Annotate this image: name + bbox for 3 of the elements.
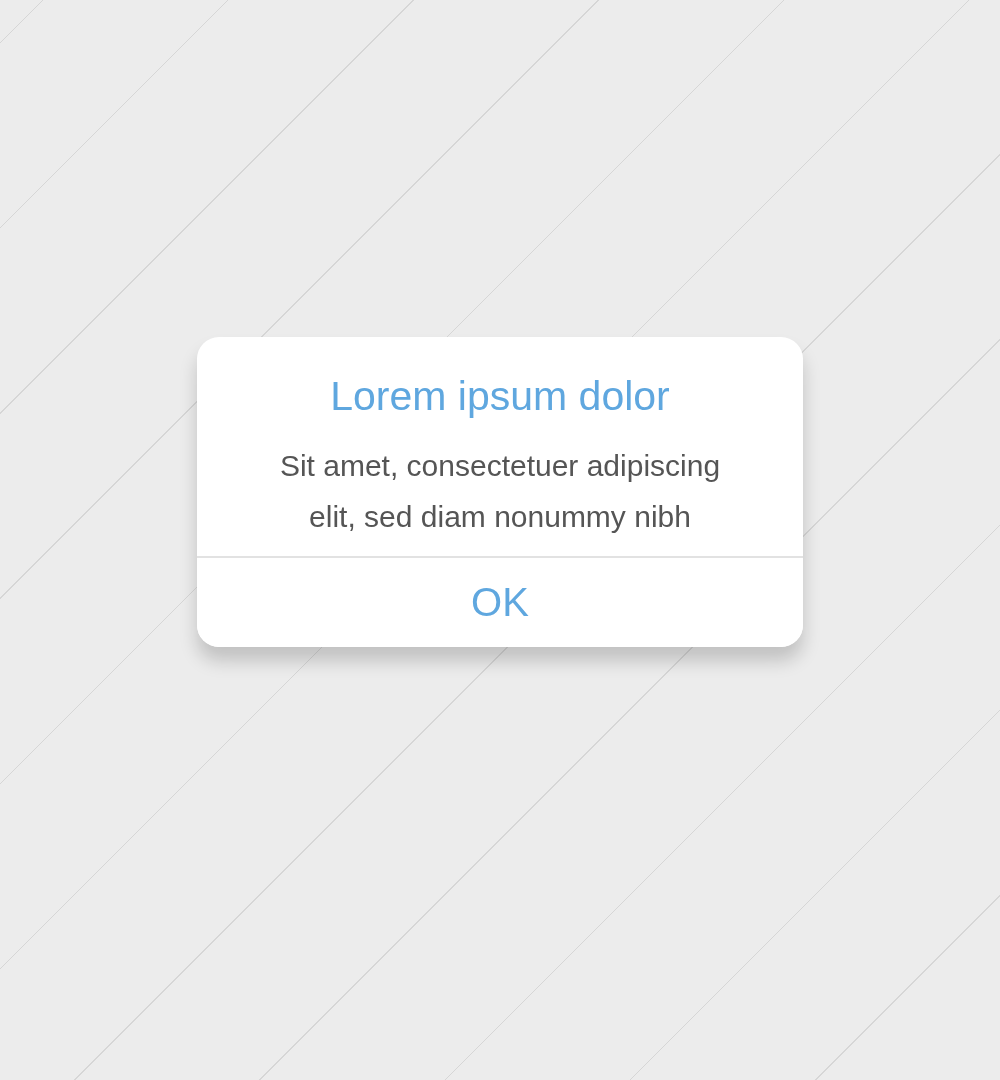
- dialog-title: Lorem ipsum dolor: [329, 372, 671, 420]
- ok-button[interactable]: OK: [197, 558, 803, 647]
- dialog-message: Sit amet, consectetuer adipiscing elit, sed diam nonummy nibh: [278, 448, 722, 535]
